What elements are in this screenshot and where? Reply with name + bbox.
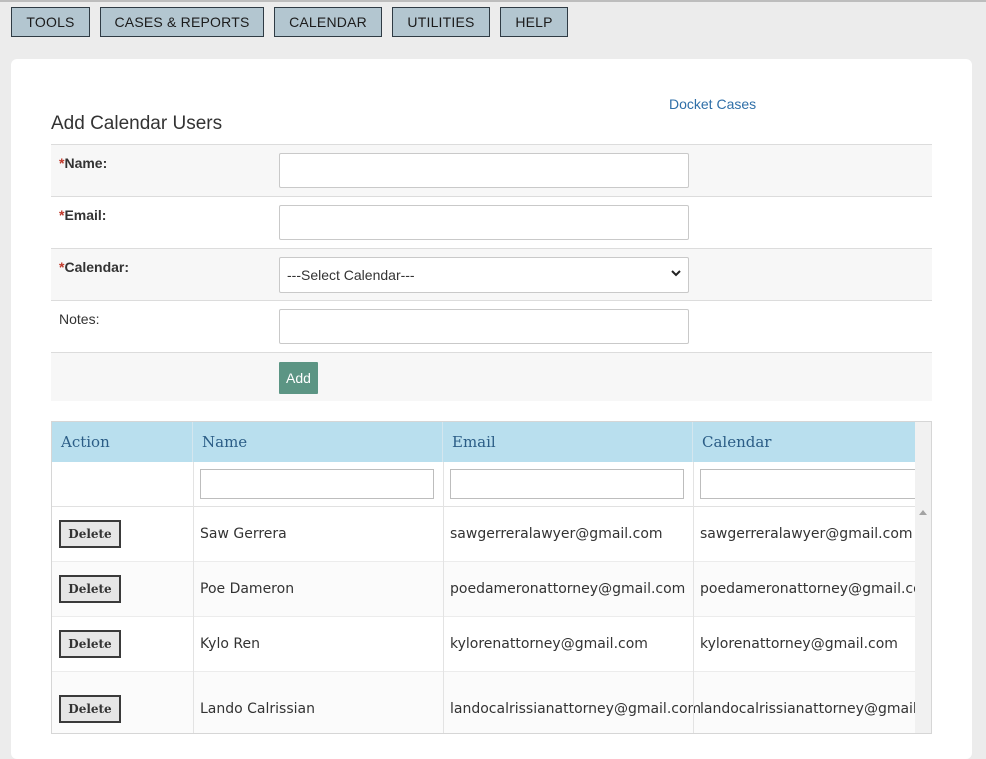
name-label-text: Name:: [64, 155, 108, 171]
column-header-email[interactable]: Email: [443, 422, 693, 462]
top-border: [0, 0, 986, 2]
nav-calendar-button[interactable]: CALENDAR: [274, 7, 382, 37]
column-divider: [443, 462, 444, 733]
cell-name: Saw Gerrera: [200, 526, 287, 542]
cell-name: Poe Dameron: [200, 581, 295, 597]
users-grid: Action Name Email Calendar Delete Saw Ge…: [51, 421, 932, 734]
email-label: *Email:: [59, 207, 106, 223]
grid-scrollbar[interactable]: [915, 422, 931, 733]
page-title: Add Calendar Users: [51, 113, 223, 134]
docket-cases-link[interactable]: Docket Cases: [669, 96, 756, 112]
table-row: Delete Lando Calrissian landocalrissiana…: [52, 672, 915, 733]
email-input[interactable]: [279, 205, 689, 240]
delete-button[interactable]: Delete: [59, 520, 121, 548]
delete-button[interactable]: Delete: [59, 575, 121, 603]
nav-utilities-button[interactable]: UTILITIES: [392, 7, 490, 37]
cell-email: kylorenattorney@gmail.com: [450, 636, 648, 652]
grid-viewport: Action Name Email Calendar Delete Saw Ge…: [52, 422, 915, 733]
column-header-name[interactable]: Name: [193, 422, 443, 462]
cell-name: Lando Calrissian: [200, 701, 315, 717]
email-label-text: Email:: [64, 207, 107, 223]
calendar-filter-input[interactable]: [700, 469, 915, 499]
name-filter-input[interactable]: [200, 469, 434, 499]
notes-input[interactable]: [279, 309, 689, 344]
cell-email: landocalrissianattorney@gmail.com: [450, 701, 702, 717]
calendar-select[interactable]: ---Select Calendar---: [279, 257, 689, 293]
form-row-actions: Add: [51, 352, 932, 401]
cell-calendar: poedameronattorney@gmail.com: [700, 581, 915, 597]
table-row: Delete Kylo Ren kylorenattorney@gmail.co…: [52, 617, 915, 672]
calendar-label-text: Calendar:: [64, 259, 130, 275]
cell-name: Kylo Ren: [200, 636, 260, 652]
cell-email: poedameronattorney@gmail.com: [450, 581, 686, 597]
column-divider: [693, 462, 694, 733]
column-header-action: Action: [52, 422, 193, 462]
cell-email: sawgerreralawyer@gmail.com: [450, 526, 663, 542]
column-divider: [193, 462, 194, 733]
delete-button[interactable]: Delete: [59, 630, 121, 658]
calendar-select-value: ---Select Calendar---: [287, 267, 415, 283]
table-row: Delete Poe Dameron poedameronattorney@gm…: [52, 562, 915, 617]
delete-button[interactable]: Delete: [59, 695, 121, 723]
cell-calendar: landocalrissianattorney@gmail.com: [700, 701, 915, 717]
form-row-calendar: *Calendar: ---Select Calendar---: [51, 248, 932, 300]
cell-calendar: kylorenattorney@gmail.com: [700, 636, 898, 652]
notes-label: Notes:: [59, 311, 100, 327]
nav-tools-button[interactable]: TOOLS: [11, 7, 90, 37]
calendar-label: *Calendar:: [59, 259, 129, 275]
form-row-name: *Name:: [51, 144, 932, 196]
chevron-down-icon: [671, 270, 681, 277]
column-header-calendar[interactable]: Calendar: [693, 422, 915, 462]
form-row-email: *Email:: [51, 196, 932, 248]
name-input[interactable]: [279, 153, 689, 188]
add-button[interactable]: Add: [279, 362, 318, 394]
filter-row: [52, 462, 915, 507]
table-row: Delete Saw Gerrera sawgerreralawyer@gmai…: [52, 507, 915, 562]
cell-calendar: sawgerreralawyer@gmail.com: [700, 526, 913, 542]
email-filter-input[interactable]: [450, 469, 684, 499]
scroll-up-arrow-icon[interactable]: [919, 510, 927, 515]
name-label: *Name:: [59, 155, 107, 171]
nav-cases-reports-button[interactable]: CASES & REPORTS: [100, 7, 264, 37]
form-row-notes: Notes:: [51, 300, 932, 352]
nav-help-button[interactable]: HELP: [500, 7, 568, 37]
